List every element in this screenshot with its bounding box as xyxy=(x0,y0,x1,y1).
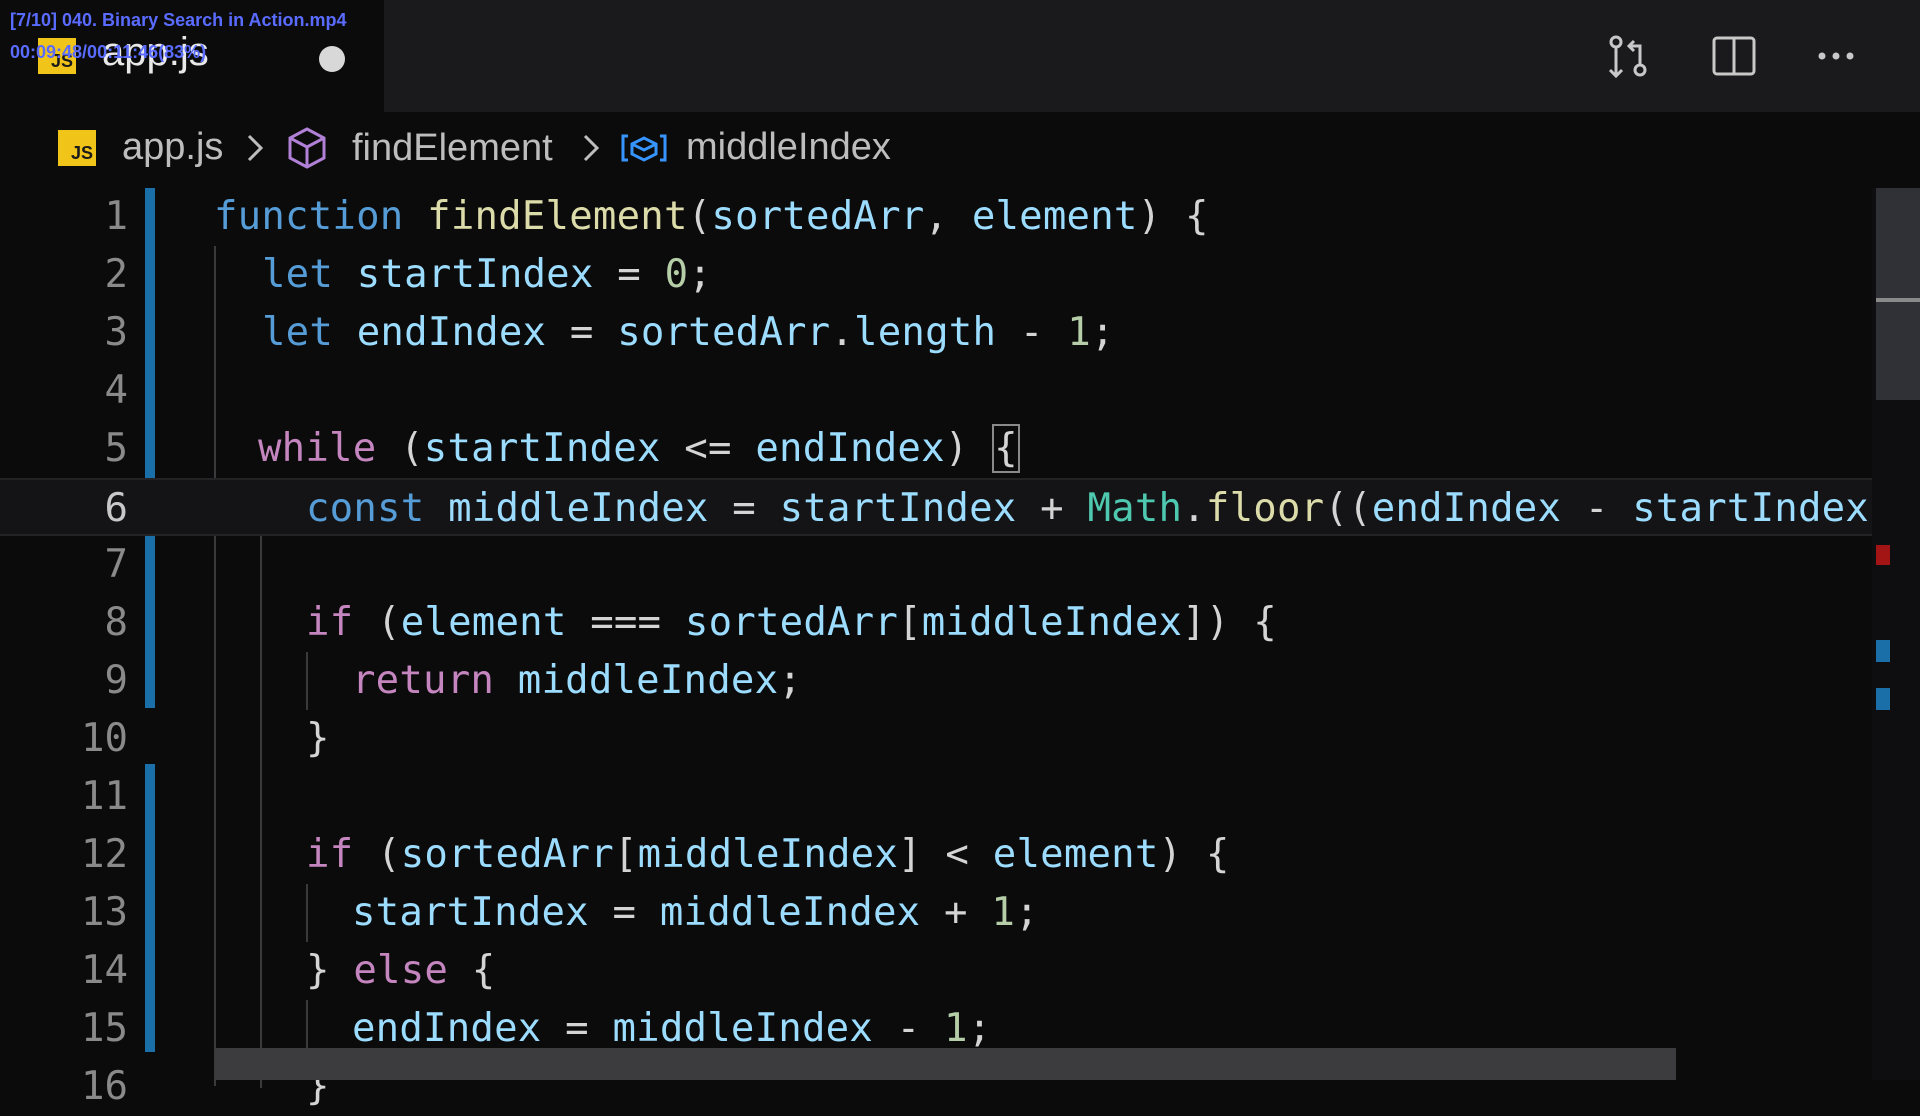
code-text: let endIndex = sortedArr.length - 1; xyxy=(262,310,1115,355)
code-line[interactable]: 7 xyxy=(0,536,1872,594)
line-number: 15 xyxy=(81,1006,128,1051)
cursor-marker xyxy=(1876,298,1920,302)
line-number: 10 xyxy=(81,716,128,761)
code-text: while (startIndex <= endIndex) { xyxy=(258,424,1020,473)
code-text: startIndex = middleIndex + 1; xyxy=(352,890,1039,935)
breadcrumb-function[interactable]: findElement xyxy=(286,126,553,170)
breadcrumb-function-label: findElement xyxy=(352,126,553,169)
code-text: let startIndex = 0; xyxy=(262,252,712,297)
line-number: 5 xyxy=(104,426,128,471)
breadcrumb-variable[interactable]: middleIndex xyxy=(620,126,891,169)
editor-tab-bar: JS app.js [7/10] 040. Binary Search in A… xyxy=(0,0,1920,114)
line-number: 2 xyxy=(104,252,128,297)
code-text: if (sortedArr[middleIndex] < element) { xyxy=(306,832,1230,877)
line-number: 9 xyxy=(104,658,128,703)
video-overlay-time: 00:09:48/00:11:46(83%) xyxy=(10,42,207,62)
code-line[interactable]: 14 } else { xyxy=(0,942,1872,1000)
line-number: 14 xyxy=(81,948,128,993)
code-text: return middleIndex; xyxy=(352,658,802,703)
more-actions-icon[interactable] xyxy=(1812,32,1860,80)
chevron-right-icon xyxy=(583,134,600,162)
code-line[interactable]: 11 xyxy=(0,768,1872,826)
line-number: 16 xyxy=(81,1064,128,1109)
code-text: } else { xyxy=(306,948,496,993)
split-editor-icon[interactable] xyxy=(1710,32,1758,80)
breadcrumb-variable-label: middleIndex xyxy=(686,126,891,168)
line-number: 12 xyxy=(81,832,128,877)
line-number: 4 xyxy=(104,368,128,413)
code-text: function findElement(sortedArr, element)… xyxy=(214,194,1209,239)
code-line[interactable]: 13 startIndex = middleIndex + 1; xyxy=(0,884,1872,942)
js-file-icon: JS xyxy=(58,129,96,166)
code-line[interactable]: 8 if (element === sortedArr[middleIndex]… xyxy=(0,594,1872,652)
change-marker xyxy=(1876,640,1890,662)
change-marker xyxy=(1876,688,1890,710)
horizontal-scrollbar-thumb[interactable] xyxy=(214,1048,1676,1080)
line-number: 8 xyxy=(104,600,128,645)
error-marker xyxy=(1876,545,1890,565)
line-number: 6 xyxy=(104,486,128,531)
breadcrumb: JS app.js findElement middleIndex xyxy=(0,112,1920,188)
code-line[interactable]: 3 let endIndex = sortedArr.length - 1; xyxy=(0,304,1872,362)
code-editor[interactable]: 1 function findElement(sortedArr, elemen… xyxy=(0,188,1920,1109)
symbol-method-icon xyxy=(288,127,326,169)
source-control-compare-icon[interactable] xyxy=(1604,32,1652,80)
line-number: 11 xyxy=(81,774,128,819)
breadcrumb-file-label: app.js xyxy=(122,126,224,168)
code-line-current[interactable]: 6 const middleIndex = startIndex + Math.… xyxy=(0,478,1920,536)
line-number: 7 xyxy=(104,542,128,587)
code-line[interactable]: 9 return middleIndex; xyxy=(0,652,1872,710)
line-number: 13 xyxy=(81,890,128,935)
line-number: 3 xyxy=(104,310,128,355)
code-line[interactable]: 2 let startIndex = 0; xyxy=(0,246,1872,304)
code-text: if (element === sortedArr[middleIndex]) … xyxy=(306,600,1277,645)
line-number: 1 xyxy=(104,194,128,239)
code-text: } xyxy=(306,716,330,761)
vertical-scrollbar-thumb[interactable] xyxy=(1876,188,1920,400)
code-line[interactable]: 4 xyxy=(0,362,1872,420)
chevron-right-icon xyxy=(247,134,264,162)
code-text: const middleIndex = startIndex + Math.fl… xyxy=(306,486,1920,531)
symbol-variable-icon xyxy=(621,134,667,162)
video-overlay-title: [7/10] 040. Binary Search in Action.mp4 xyxy=(10,10,347,30)
code-line[interactable]: 10 } xyxy=(0,710,1872,768)
code-line[interactable]: 5 while (startIndex <= endIndex) { xyxy=(0,420,1872,478)
breadcrumb-file[interactable]: JS app.js xyxy=(58,126,223,169)
unsaved-dot-icon[interactable] xyxy=(319,46,345,72)
code-line[interactable]: 12 if (sortedArr[middleIndex] < element)… xyxy=(0,826,1872,884)
code-line[interactable]: 1 function findElement(sortedArr, elemen… xyxy=(0,188,1872,246)
